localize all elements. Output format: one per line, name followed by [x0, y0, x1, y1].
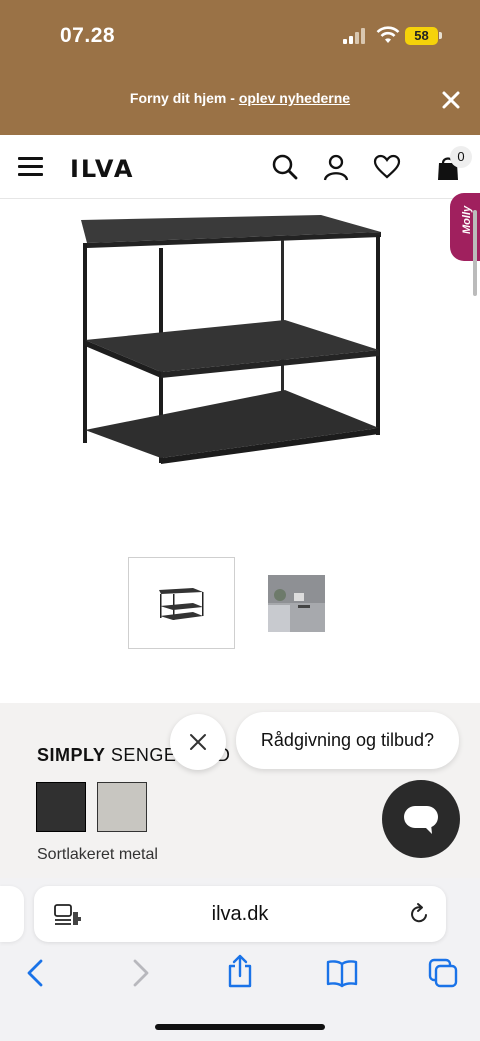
thumbnail-table-image — [159, 588, 204, 620]
bookmarks-icon[interactable] — [326, 958, 358, 988]
site-logo[interactable]: ILVA — [70, 155, 134, 183]
wifi-icon — [376, 26, 400, 43]
product-image[interactable] — [75, 210, 390, 470]
account-icon[interactable] — [322, 153, 350, 181]
menu-icon[interactable] — [18, 157, 43, 177]
battery-indicator: 58 — [405, 27, 438, 45]
product-title-brand: SIMPLY — [37, 745, 106, 765]
status-time: 07.28 — [60, 24, 116, 47]
top-banner — [0, 0, 480, 135]
molly-tab-label: Molly — [461, 205, 473, 234]
page: 07.28 58 Forny dit hjem - oplev nyhedern… — [0, 0, 480, 1041]
close-icon — [190, 734, 206, 750]
back-icon[interactable] — [24, 958, 48, 988]
chat-close-button[interactable] — [170, 714, 226, 770]
heart-icon[interactable] — [373, 153, 401, 181]
cart-count-badge: 0 — [450, 146, 472, 168]
promo-link[interactable]: oplev nyhederne — [239, 90, 350, 106]
tabs-icon[interactable] — [428, 958, 458, 988]
url-text: ilva.dk — [211, 903, 269, 925]
chat-prompt-bubble[interactable]: Rådgivning og tilbud? — [236, 712, 459, 769]
battery-nub — [439, 32, 442, 39]
close-icon[interactable] — [440, 89, 462, 111]
thumbnail-room[interactable] — [268, 575, 325, 632]
scrollbar[interactable] — [473, 210, 477, 296]
reload-icon[interactable] — [407, 902, 431, 926]
color-swatch-black[interactable] — [36, 782, 86, 832]
chat-launch-button[interactable] — [382, 780, 460, 858]
chat-bubble-icon — [404, 806, 438, 834]
selected-color-name: Sortlakeret metal — [37, 846, 158, 863]
home-indicator — [155, 1024, 325, 1030]
thumbnail-room-image — [268, 575, 325, 632]
forward-icon[interactable] — [128, 958, 152, 988]
cellular-signal-icon — [343, 28, 365, 44]
share-icon[interactable] — [226, 954, 254, 988]
previous-tab-edge[interactable] — [0, 886, 24, 942]
promo-banner: Forny dit hjem - oplev nyhederne — [0, 90, 480, 106]
promo-text: Forny dit hjem - — [129, 90, 239, 106]
site-header: ILVA 0 — [0, 135, 480, 199]
address-bar[interactable]: ilva.dk — [34, 886, 446, 942]
color-swatch-grey[interactable] — [97, 782, 147, 832]
search-icon[interactable] — [271, 153, 299, 181]
thumbnail-product[interactable] — [128, 557, 235, 649]
